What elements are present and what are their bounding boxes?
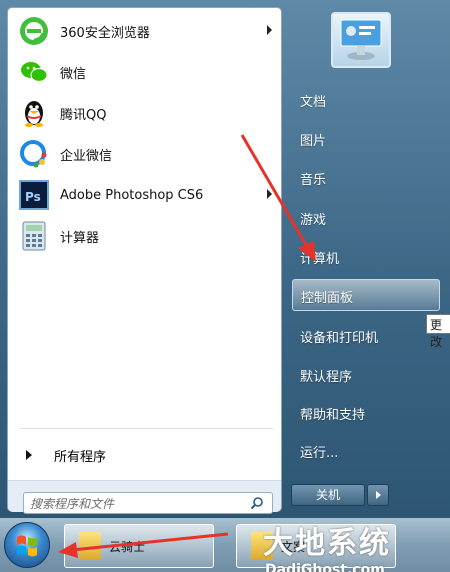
annotation-arrows (58, 134, 316, 558)
annotation-arrow-control-panel (240, 134, 316, 262)
annotation-arrow-start-button (58, 532, 229, 558)
